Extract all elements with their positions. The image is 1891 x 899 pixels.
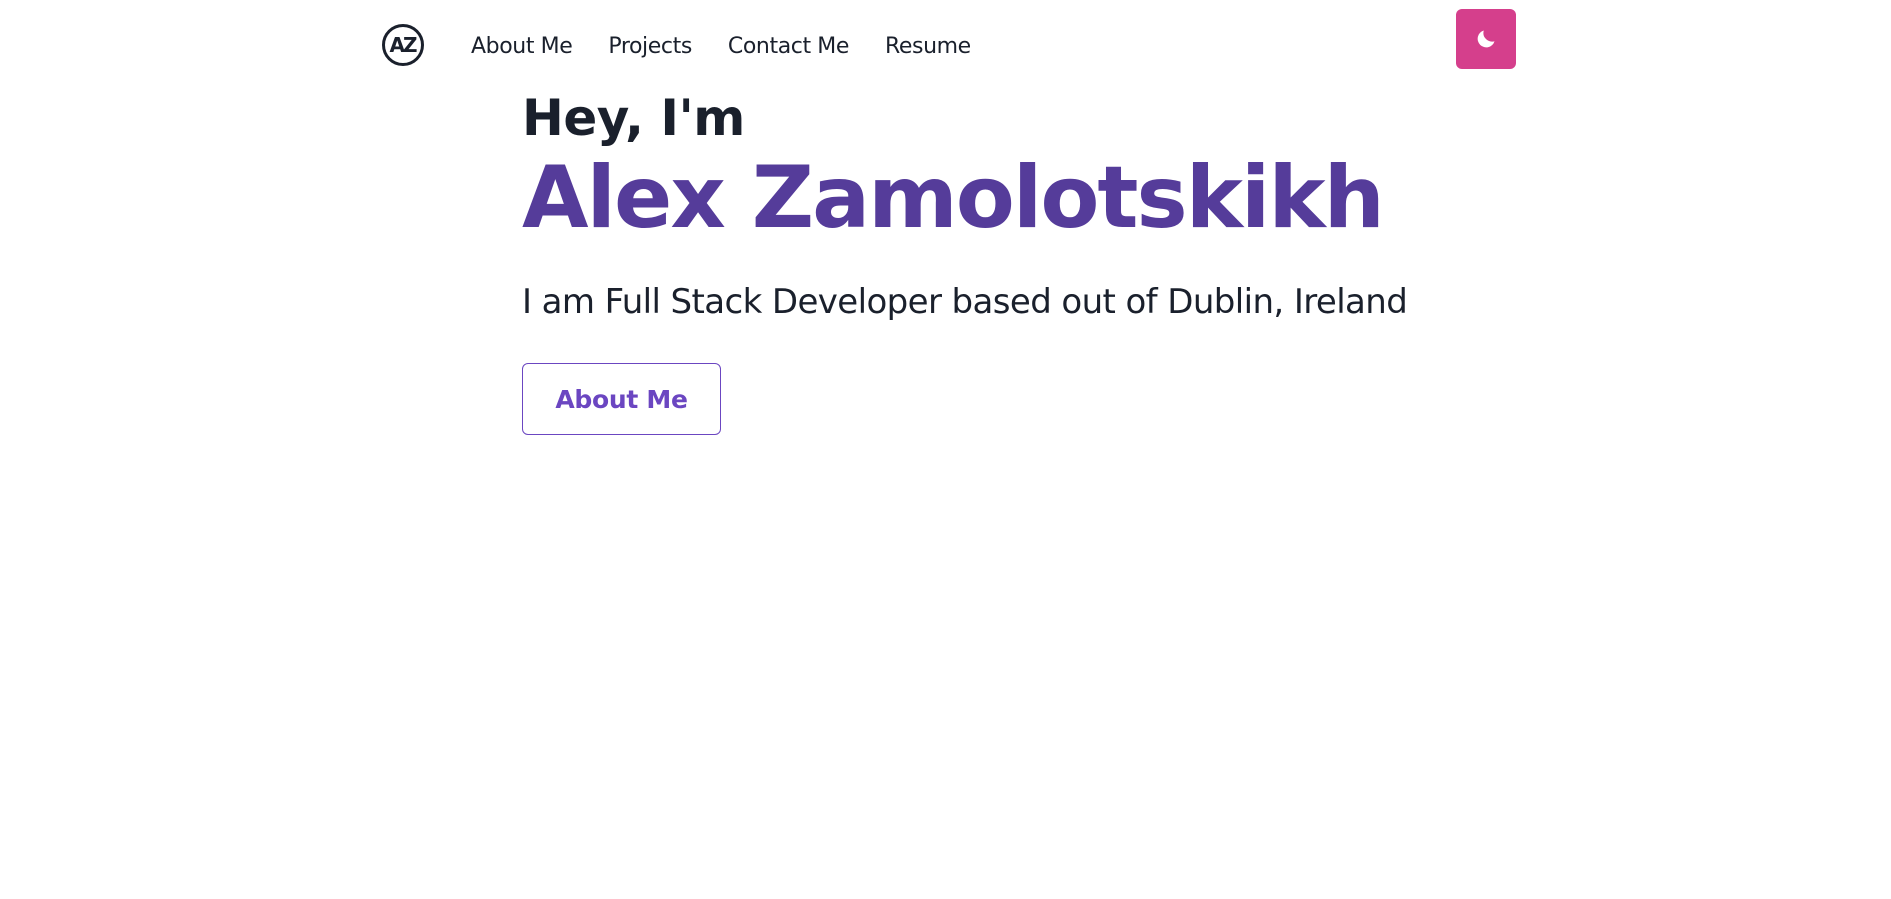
- moon-icon: [1477, 30, 1495, 48]
- theme-toggle-button[interactable]: [1456, 9, 1516, 69]
- about-me-button[interactable]: About Me: [522, 363, 721, 435]
- logo[interactable]: AZ: [382, 24, 424, 66]
- navbar: AZ About Me Projects Contact Me Resume: [382, 0, 1516, 92]
- hero-name: Alex Zamolotskikh: [522, 148, 1385, 248]
- nav-link-about-me[interactable]: About Me: [471, 31, 573, 63]
- nav-link-resume[interactable]: Resume: [885, 31, 971, 63]
- nav-links: About Me Projects Contact Me Resume: [471, 31, 1007, 63]
- hero-tagline: I am Full Stack Developer based out of D…: [522, 282, 1408, 322]
- nav-link-contact-me[interactable]: Contact Me: [728, 31, 850, 63]
- hero-section: Hey, I'm Alex Zamolotskikh I am Full Sta…: [522, 86, 1422, 435]
- nav-link-projects[interactable]: Projects: [608, 31, 692, 63]
- logo-text: AZ: [389, 33, 418, 57]
- page: AZ About Me Projects Contact Me Resume H…: [0, 0, 1891, 899]
- hero-greeting: Hey, I'm: [522, 89, 745, 147]
